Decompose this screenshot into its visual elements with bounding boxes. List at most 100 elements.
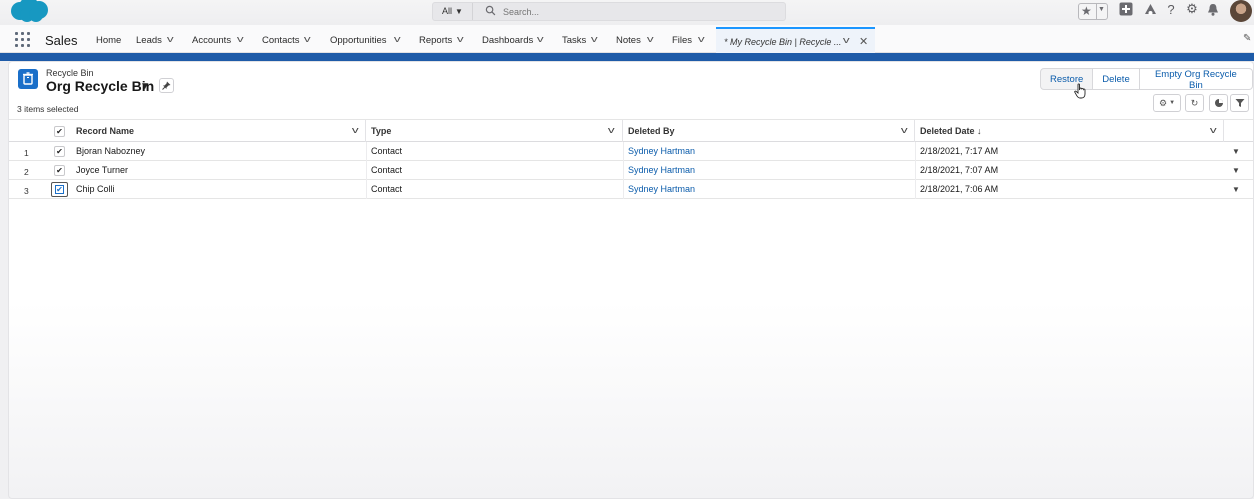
filter-button[interactable] xyxy=(1230,94,1249,112)
select-all-checkbox[interactable]: ✔ xyxy=(54,126,65,137)
chevron-down-icon[interactable]: v xyxy=(457,34,464,44)
column-header-deleted-date[interactable]: Deleted Date ↓ v xyxy=(915,120,1224,142)
type-cell: Contact xyxy=(371,184,403,194)
chevron-down-icon[interactable]: v xyxy=(237,34,244,44)
search-scope-select[interactable]: All ▼ xyxy=(433,3,473,20)
search-scope-label: All xyxy=(442,6,453,16)
delete-button[interactable]: Delete xyxy=(1093,68,1140,90)
nav-item-home[interactable]: Home xyxy=(96,35,121,46)
pin-icon[interactable] xyxy=(159,78,174,93)
filter-icon xyxy=(1235,99,1244,107)
help-icon[interactable]: ? xyxy=(1162,0,1180,18)
chevron-down-icon[interactable]: v xyxy=(394,34,401,44)
global-header: All▼ ★ ▼ ? ⚙ xyxy=(0,0,1254,25)
chevron-down-icon[interactable]: ▼ xyxy=(1098,6,1105,13)
navigation-bar: Sales Home Leads v Accounts v Contacts v… xyxy=(0,25,1254,53)
chevron-down-icon: ▼ xyxy=(1169,100,1176,106)
divider xyxy=(623,161,624,180)
pie-chart-icon xyxy=(1214,99,1223,107)
chevron-down-icon[interactable]: v xyxy=(1210,125,1217,135)
row-number: 1 xyxy=(24,148,29,158)
column-label: Type xyxy=(371,126,392,136)
divider xyxy=(623,142,624,161)
nav-item-tasks[interactable]: Tasks xyxy=(562,35,586,46)
gear-icon[interactable]: ⚙ xyxy=(1183,0,1201,18)
action-button-group: Restore Delete Empty Org Recycle Bin xyxy=(1040,68,1253,91)
nav-item-files[interactable]: Files xyxy=(672,35,692,46)
object-label: Recycle Bin xyxy=(46,68,94,78)
divider xyxy=(915,161,916,180)
page-title: Org Recycle Bin xyxy=(46,78,155,94)
salesforce-logo[interactable] xyxy=(8,0,50,24)
empty-recycle-bin-button[interactable]: Empty Org Recycle Bin xyxy=(1139,68,1253,91)
row-number: 3 xyxy=(24,186,29,196)
deleted-date-cell: 2/18/2021, 7:17 AM xyxy=(920,146,999,156)
nav-item-leads[interactable]: Leads xyxy=(136,35,162,46)
star-icon[interactable]: ★ xyxy=(1081,4,1092,18)
chevron-down-icon[interactable]: v xyxy=(352,125,359,135)
chevron-down-icon: ▼ xyxy=(455,7,463,16)
nav-item-notes[interactable]: Notes xyxy=(616,35,641,46)
divider xyxy=(915,142,916,161)
trailhead-icon[interactable] xyxy=(1141,0,1159,18)
divider xyxy=(915,180,916,199)
global-search: All ▼ xyxy=(432,2,786,21)
column-header-deleted-by[interactable]: Deleted By v xyxy=(623,120,915,142)
bell-icon[interactable] xyxy=(1204,0,1222,18)
favorites-button-group: ★ ▼ xyxy=(1078,3,1108,20)
chevron-down-icon[interactable]: v xyxy=(608,125,615,135)
table-header: ✔ Record Name v Type v Deleted By v Dele… xyxy=(9,119,1253,142)
app-launcher-icon[interactable] xyxy=(15,32,31,48)
global-actions-icon[interactable] xyxy=(1117,0,1135,18)
chevron-down-icon[interactable]: v xyxy=(647,34,654,44)
divider xyxy=(366,180,367,199)
nav-item-dashboards[interactable]: Dashboards xyxy=(482,35,533,46)
chevron-down-icon[interactable]: v xyxy=(698,34,705,44)
recycle-bin-icon xyxy=(18,69,38,89)
tab-label: * My Recycle Bin | Recycle ... xyxy=(724,37,842,47)
chart-button[interactable] xyxy=(1209,94,1228,112)
checkmark-icon: ✔ xyxy=(55,185,64,194)
row-actions-chevron-icon[interactable]: ▼ xyxy=(1230,184,1242,195)
search-input[interactable] xyxy=(503,4,773,19)
column-header-type[interactable]: Type v xyxy=(366,120,623,142)
chevron-down-icon[interactable]: v xyxy=(591,34,598,44)
close-icon[interactable]: ✕ xyxy=(859,35,868,48)
column-header-record-name[interactable]: Record Name v xyxy=(71,120,366,142)
list-settings-button[interactable]: ⚙ ▼ xyxy=(1153,94,1181,112)
row-checkbox[interactable]: ✔ xyxy=(54,146,65,157)
row-actions-chevron-icon[interactable]: ▼ xyxy=(1230,165,1242,176)
chevron-down-icon[interactable]: v xyxy=(843,35,850,45)
nav-item-reports[interactable]: Reports xyxy=(419,35,452,46)
type-cell: Contact xyxy=(371,146,403,156)
refresh-button[interactable]: ↻ xyxy=(1185,94,1204,112)
deleted-by-link[interactable]: Sydney Hartman xyxy=(628,146,695,156)
deleted-by-link[interactable]: Sydney Hartman xyxy=(628,184,695,194)
table-row[interactable]: 2 ✔ Joyce Turner Contact Sydney Hartman … xyxy=(9,161,1253,180)
pencil-icon[interactable]: ✎ xyxy=(1243,33,1251,44)
avatar[interactable] xyxy=(1230,0,1252,22)
nav-item-accounts[interactable]: Accounts xyxy=(192,35,231,46)
deleted-by-link[interactable]: Sydney Hartman xyxy=(628,165,695,175)
chevron-down-icon[interactable]: v xyxy=(537,34,544,44)
column-label: Record Name xyxy=(76,126,135,136)
record-name-cell: Joyce Turner xyxy=(76,165,129,175)
divider xyxy=(623,180,624,199)
table-row[interactable]: 3 ✔ Chip Colli Contact Sydney Hartman 2/… xyxy=(9,180,1253,199)
chevron-down-icon[interactable]: v xyxy=(901,125,908,135)
chevron-down-icon[interactable]: v xyxy=(304,34,311,44)
record-name-cell: Chip Colli xyxy=(76,184,115,194)
nav-item-opportunities[interactable]: Opportunities xyxy=(330,35,387,46)
table-row[interactable]: 1 ✔ Bjoran Nabozney Contact Sydney Hartm… xyxy=(9,142,1253,161)
chevron-down-icon[interactable]: v xyxy=(167,34,174,44)
hand-cursor-icon xyxy=(1074,83,1086,99)
row-actions-chevron-icon[interactable]: ▼ xyxy=(1230,146,1242,157)
row-checkbox[interactable]: ✔ xyxy=(54,165,65,176)
app-name: Sales xyxy=(45,33,78,48)
row-checkbox[interactable]: ✔ xyxy=(51,182,68,197)
nav-item-contacts[interactable]: Contacts xyxy=(262,35,300,46)
tab-my-recycle-bin[interactable]: * My Recycle Bin | Recycle ... v ✕ xyxy=(716,27,875,53)
list-view-picker-icon[interactable]: ▼ xyxy=(140,81,150,92)
brand-band xyxy=(0,53,1254,61)
gear-icon: ⚙ xyxy=(1158,97,1168,108)
